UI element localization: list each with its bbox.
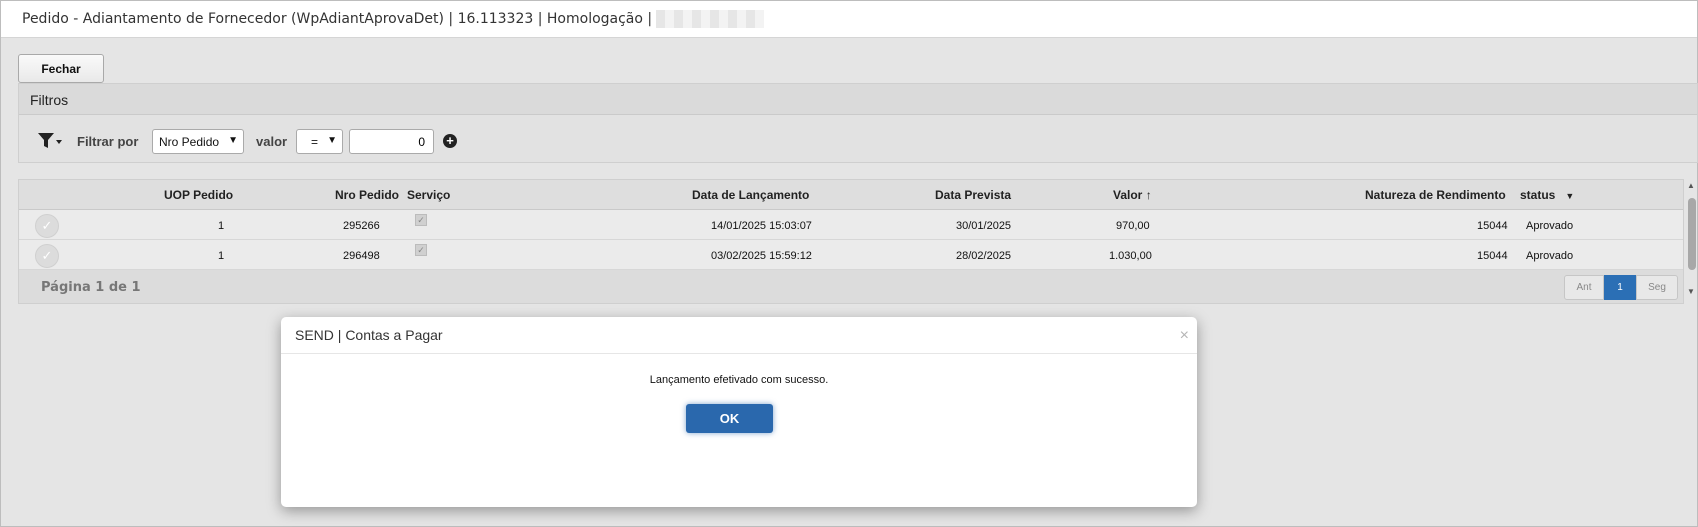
ok-button[interactable]: OK [686,404,773,433]
filter-value-input[interactable]: 0 [349,129,434,154]
row-select-check-icon[interactable]: ✓ [35,214,59,238]
next-page-button[interactable]: Seg [1636,275,1678,300]
close-icon[interactable]: × [1180,327,1189,345]
pagination: Ant 1 Seg [1564,275,1678,300]
scroll-thumb[interactable] [1688,198,1696,270]
col-status[interactable]: status ▼ [1520,188,1574,202]
cell-data-prevista: 30/01/2025 [956,220,1012,232]
page-1-button[interactable]: 1 [1604,275,1636,300]
chevron-down-icon: ▼ [228,135,238,146]
filter-field-select[interactable]: Nro Pedido ▼ [152,129,244,154]
table-row[interactable]: ✓ 1 295266 ✓ 14/01/2025 15:03:07 30/01/2… [19,210,1683,240]
sort-down-icon: ▼ [1565,191,1575,201]
add-filter-icon[interactable]: + [443,134,457,148]
filter-panel: Filtros Filtrar por Nro Pedido ▼ valor = ▼… [18,83,1698,163]
cell-data-lancamento: 14/01/2025 15:03:07 [711,220,812,232]
cell-nro: 296498 [343,250,380,262]
sort-up-icon: ↑ [1142,188,1152,202]
col-uop-pedido[interactable]: UOP Pedido [164,188,233,202]
operator-select[interactable]: = ▼ [296,129,343,154]
prev-page-button[interactable]: Ant [1564,275,1604,300]
col-valor[interactable]: Valor ↑ [1113,188,1152,202]
table-footer: Página 1 de 1 Ant 1 Seg [19,270,1683,303]
servico-checkbox: ✓ [415,244,427,256]
filter-by-label: Filtrar por [77,134,139,149]
message-dialog: SEND | Contas a Pagar × Lançamento efeti… [281,317,1197,507]
window-title: Pedido - Adiantamento de Fornecedor (WpA… [22,10,765,28]
cell-status: Aprovado [1526,220,1574,232]
dialog-title: SEND | Contas a Pagar [295,327,443,343]
col-servico[interactable]: Serviço [407,188,450,202]
chevron-down-icon: ▼ [327,135,337,146]
scroll-down-icon[interactable]: ▼ [1687,287,1695,296]
filter-header[interactable]: Filtros [19,84,1697,115]
col-natureza-rendimento[interactable]: Natureza de Rendimento [1365,188,1506,202]
cell-uop: 1 [218,250,225,262]
value-label: valor [256,134,288,149]
servico-checkbox: ✓ [415,214,427,226]
cell-valor: 1.030,00 [1109,250,1152,262]
filter-row: Filtrar por Nro Pedido ▼ valor = ▼ 0 + [19,128,1697,156]
title-bar: Pedido - Adiantamento de Fornecedor (WpA… [1,1,1697,38]
orders-table: UOP Pedido Nro Pedido Serviço Data de La… [18,179,1684,304]
table-header: UOP Pedido Nro Pedido Serviço Data de La… [19,180,1683,210]
cell-data-prevista: 28/02/2025 [956,250,1012,262]
cell-natureza: 15044 [1477,250,1508,262]
cell-uop: 1 [218,220,225,232]
col-nro-pedido[interactable]: Nro Pedido [335,188,399,202]
dialog-message: Lançamento efetivado com sucesso. [649,374,829,386]
cell-nro: 295266 [343,220,380,232]
dialog-header: SEND | Contas a Pagar × [281,317,1197,354]
redacted-user [656,10,765,28]
cell-valor: 970,00 [1116,220,1150,232]
cell-data-lancamento: 03/02/2025 15:59:12 [711,250,812,262]
scroll-up-icon[interactable]: ▲ [1687,181,1695,190]
row-select-check-icon[interactable]: ✓ [35,244,59,268]
col-data-prevista[interactable]: Data Prevista [935,188,1011,202]
filter-funnel-icon[interactable] [37,131,63,151]
cell-status: Aprovado [1526,250,1574,262]
cell-natureza: 15044 [1477,220,1508,232]
vertical-scrollbar[interactable]: ▲ ▼ [1686,181,1698,301]
page-info: Página 1 de 1 [41,280,141,295]
close-button[interactable]: Fechar [18,54,104,83]
table-row[interactable]: ✓ 1 296498 ✓ 03/02/2025 15:59:12 28/02/2… [19,240,1683,270]
col-data-lancamento[interactable]: Data de Lançamento [692,188,809,202]
